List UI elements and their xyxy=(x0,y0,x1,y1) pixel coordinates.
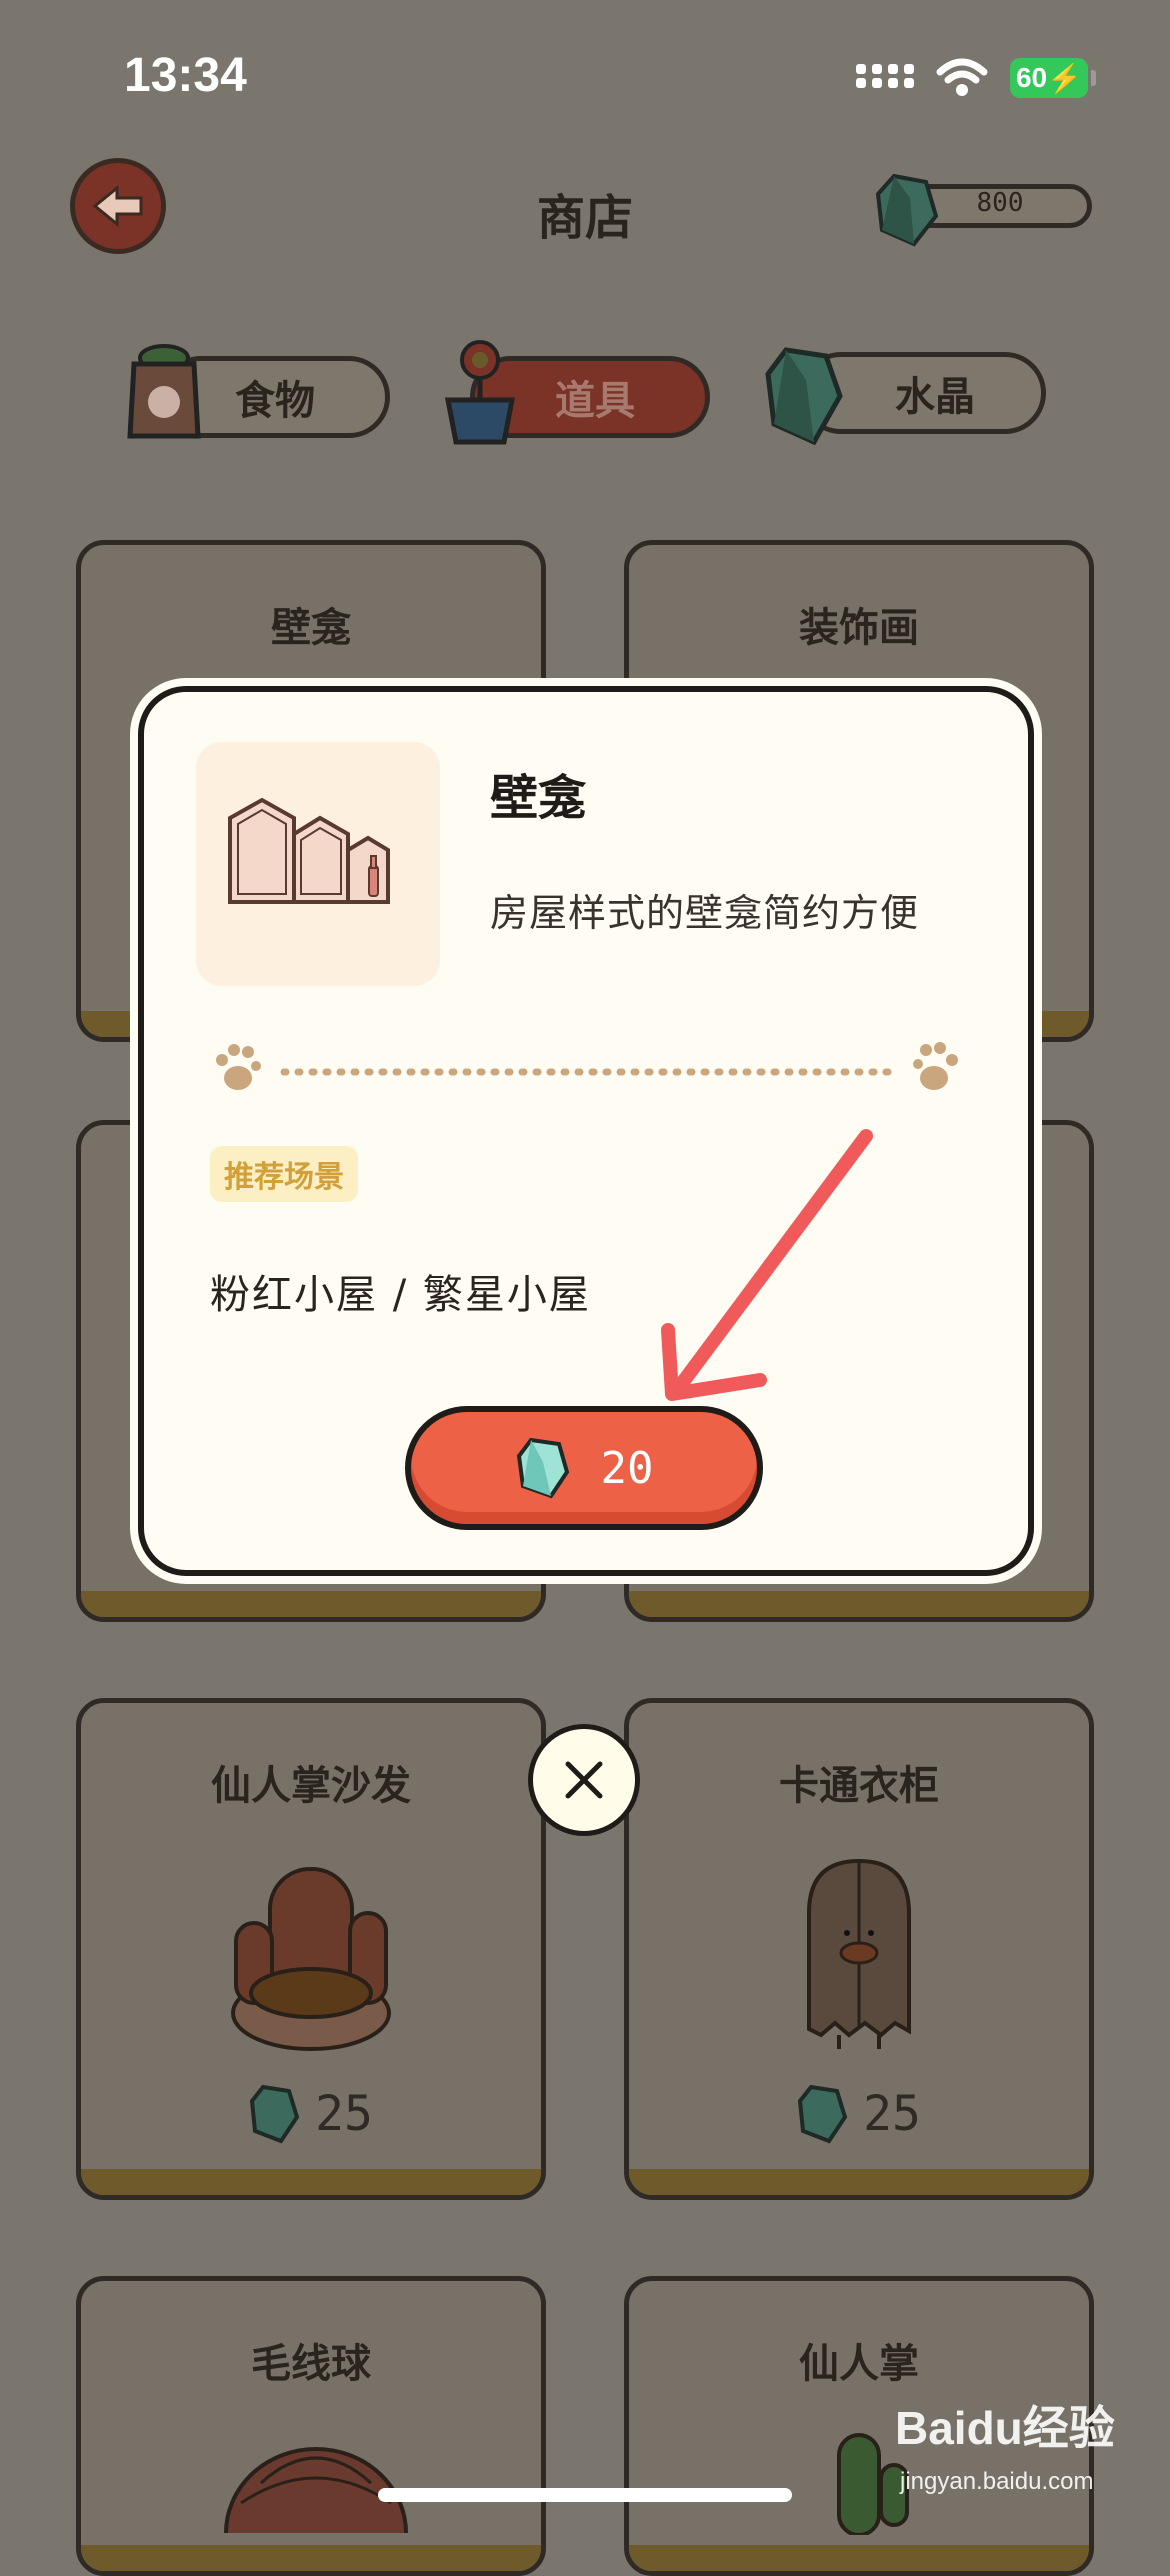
shop-item-card[interactable]: 仙人掌沙发 25 xyxy=(76,1698,546,2200)
item-title: 壁龛 xyxy=(490,770,587,826)
card-name: 仙人掌 xyxy=(799,2341,919,2387)
card-name: 毛线球 xyxy=(251,2341,371,2387)
shop-item-card[interactable]: 毛线球 xyxy=(76,2276,546,2576)
card-name: 壁龛 xyxy=(271,605,351,651)
buy-button[interactable]: 20 xyxy=(405,1406,763,1530)
buy-price: 20 xyxy=(600,1442,654,1494)
crystal-icon xyxy=(798,2084,848,2144)
wifi-icon xyxy=(936,58,988,96)
recommended-scene-tag: 推荐场景 xyxy=(210,1146,358,1202)
home-indicator[interactable] xyxy=(378,2488,792,2502)
crystal-balance-value: 800 xyxy=(976,188,1024,218)
yarn-ball-icon xyxy=(224,2447,408,2533)
cactus-sofa-icon xyxy=(231,1867,391,2051)
crystal-tab-icon xyxy=(765,347,843,446)
item-description: 房屋样式的壁龛简约方便 xyxy=(490,891,920,935)
baidu-watermark-url: jingyan.baidu.com xyxy=(900,2468,1094,2495)
wardrobe-icon xyxy=(807,1858,911,2049)
wall-niche-icon xyxy=(228,797,390,904)
baidu-watermark: Baidu经验 xyxy=(895,2402,1115,2454)
crystal-icon xyxy=(516,1437,569,1499)
cactus-sofa-image xyxy=(81,1853,541,2053)
close-icon xyxy=(565,1761,603,1799)
shop-item-card[interactable]: 卡通衣柜 25 xyxy=(624,1698,1094,2200)
food-bag-icon xyxy=(127,344,201,439)
crystal-icon xyxy=(250,2084,300,2144)
crystal-icon xyxy=(875,173,939,247)
recommended-scenes: 粉红小屋 / 繁星小屋 xyxy=(210,1272,591,1318)
annotation-arrow-icon xyxy=(661,1129,873,1401)
status-time: 13:34 xyxy=(124,49,247,102)
close-modal-button[interactable] xyxy=(528,1724,640,1836)
flower-pot-icon xyxy=(444,340,516,445)
card-name: 装饰画 xyxy=(799,605,919,651)
item-thumbnail xyxy=(196,742,440,986)
paw-dotted-divider xyxy=(216,1042,958,1090)
cellular-signal-icon xyxy=(856,64,914,88)
battery-indicator: 60 ⚡ xyxy=(1010,58,1096,98)
card-name: 卡通衣柜 xyxy=(779,1763,939,1809)
card-name: 仙人掌沙发 xyxy=(211,1763,411,1809)
card-price: 25 xyxy=(81,2083,541,2145)
card-price: 25 xyxy=(629,2083,1089,2145)
cartoon-wardrobe-image xyxy=(629,1853,1089,2053)
